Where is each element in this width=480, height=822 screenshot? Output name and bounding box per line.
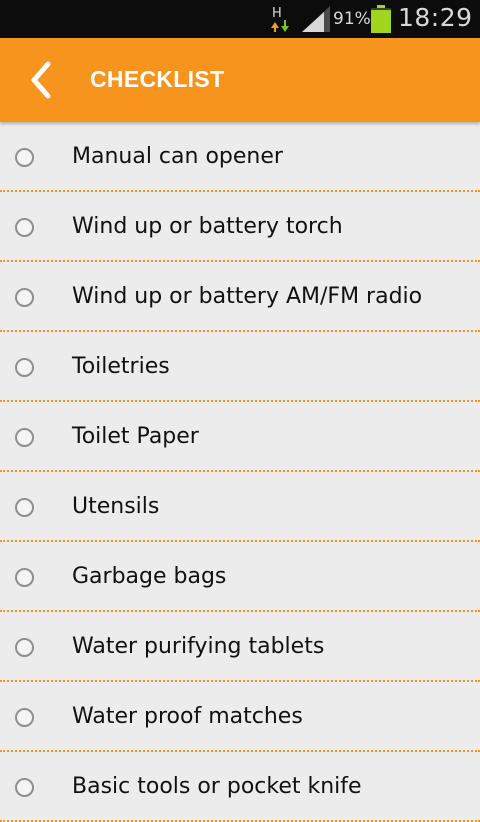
- checklist-item-label: Utensils: [72, 494, 160, 519]
- radio-button[interactable]: [15, 568, 34, 587]
- checklist-item[interactable]: Water purifying tablets: [0, 612, 480, 682]
- checklist-item-label: Toilet Paper: [72, 424, 199, 449]
- checklist-item[interactable]: Garbage bags: [0, 542, 480, 612]
- checklist: Manual can opener Wind up or battery torc…: [0, 122, 480, 822]
- checklist-item-label: Toiletries: [72, 354, 170, 379]
- checklist-item[interactable]: Toiletries: [0, 332, 480, 402]
- network-activity-icon: H: [271, 6, 289, 32]
- battery-icon: [371, 5, 391, 33]
- checklist-item-label: Garbage bags: [72, 564, 227, 589]
- radio-button[interactable]: [15, 148, 34, 167]
- back-button[interactable]: [20, 58, 64, 102]
- radio-button[interactable]: [15, 778, 34, 797]
- checklist-item-label: Wind up or battery AM/FM radio: [72, 284, 423, 309]
- checklist-item[interactable]: Wind up or battery torch: [0, 192, 480, 262]
- signal-strength-icon: [302, 6, 330, 32]
- checklist-item-label: Water purifying tablets: [72, 634, 325, 659]
- status-bar: H 91% 18:29: [0, 0, 480, 38]
- checklist-item-label: Manual can opener: [72, 144, 283, 169]
- radio-button[interactable]: [15, 218, 34, 237]
- checklist-item-label: Basic tools or pocket knife: [72, 774, 362, 799]
- checklist-item[interactable]: Manual can opener: [0, 122, 480, 192]
- checklist-item[interactable]: Wind up or battery AM/FM radio: [0, 262, 480, 332]
- page-title: CHECKLIST: [90, 66, 225, 92]
- checklist-item[interactable]: Basic tools or pocket knife: [0, 752, 480, 822]
- radio-button[interactable]: [15, 498, 34, 517]
- radio-button[interactable]: [15, 428, 34, 447]
- checklist-item[interactable]: Utensils: [0, 472, 480, 542]
- network-type-label: H: [272, 6, 282, 21]
- checklist-item[interactable]: Water proof matches: [0, 682, 480, 752]
- checklist-item[interactable]: Toilet Paper: [0, 402, 480, 472]
- checklist-item-label: Wind up or battery torch: [72, 214, 343, 239]
- radio-button[interactable]: [15, 358, 34, 377]
- radio-button[interactable]: [15, 638, 34, 657]
- battery-percentage: 91%: [333, 9, 371, 29]
- checklist-item-label: Water proof matches: [72, 704, 303, 729]
- app-bar: CHECKLIST: [0, 38, 480, 122]
- radio-button[interactable]: [15, 708, 34, 727]
- chevron-left-icon: [31, 61, 51, 99]
- clock: 18:29: [398, 3, 473, 32]
- radio-button[interactable]: [15, 288, 34, 307]
